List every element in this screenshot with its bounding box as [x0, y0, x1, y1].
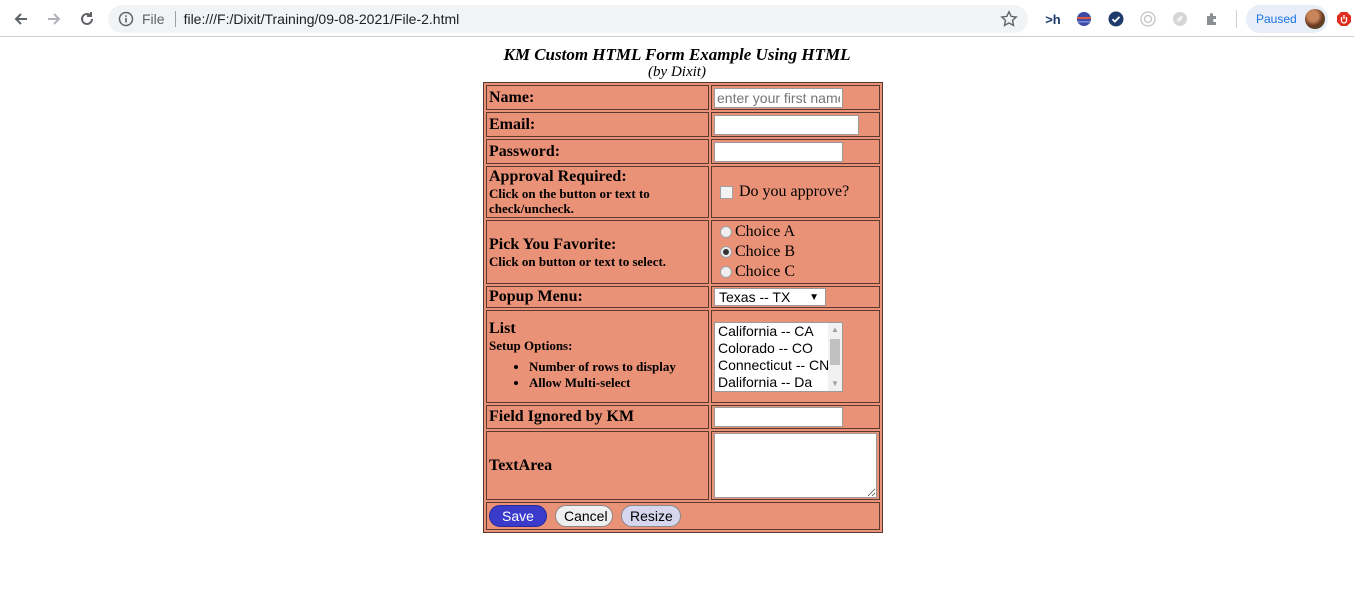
approval-help-text: Click on the button or text to check/unc…	[489, 186, 650, 216]
radio-b[interactable]	[720, 246, 732, 258]
omnibox-divider	[174, 11, 176, 27]
form-row-favorite: Pick You Favorite: Click on button or te…	[486, 220, 880, 284]
favorite-label: Pick You Favorite:	[489, 235, 617, 253]
email-input[interactable]	[714, 114, 859, 135]
address-bar[interactable]: File file:///F:/Dixit/Training/09-08-202…	[108, 5, 1028, 33]
profile-status: Paused	[1256, 12, 1297, 26]
listbox-scrollbar[interactable]: ▲ ▼	[828, 322, 842, 391]
radio-option-c[interactable]: Choice C	[714, 262, 877, 282]
form-row-email: Email:	[486, 112, 880, 137]
extension-globe-icon[interactable]	[1074, 9, 1094, 29]
info-icon[interactable]	[118, 11, 134, 27]
list-label-cell: List Setup Options: Number of rows to di…	[486, 310, 709, 403]
list-bullet-item: Number of rows to display	[529, 359, 706, 375]
scroll-thumb[interactable]	[830, 338, 840, 365]
name-field-cell	[711, 85, 880, 110]
back-arrow-icon	[14, 13, 27, 25]
back-button[interactable]	[10, 8, 32, 30]
name-input[interactable]	[714, 87, 843, 108]
form-row-buttons: Save Cancel Resize	[486, 502, 880, 530]
extension-circle-icon[interactable]	[1138, 9, 1158, 29]
textarea-input[interactable]	[714, 433, 877, 498]
approval-label-cell: Approval Required: Click on the button o…	[486, 166, 709, 218]
extensions-puzzle-icon[interactable]	[1202, 9, 1222, 29]
browser-toolbar: File file:///F:/Dixit/Training/09-08-202…	[0, 0, 1354, 37]
url-text[interactable]: file:///F:/Dixit/Training/09-08-2021/Fil…	[184, 11, 460, 27]
reload-button[interactable]	[76, 8, 98, 30]
page-content: KM Custom HTML Form Example Using HTML (…	[0, 38, 1354, 533]
radio-option-a[interactable]: Choice A	[714, 222, 877, 242]
custom-form: Name: Email: Password: Approval Required…	[483, 82, 883, 533]
button-bar: Save Cancel Resize	[486, 502, 880, 530]
save-button[interactable]: Save	[489, 505, 547, 527]
radio-a-label[interactable]: Choice A	[735, 222, 795, 242]
toolbar-divider	[1236, 10, 1237, 28]
state-listbox[interactable]: California -- CA Colorado -- CO Connecti…	[714, 321, 843, 392]
ignored-input[interactable]	[714, 407, 843, 427]
list-field-cell: California -- CA Colorado -- CO Connecti…	[711, 310, 880, 403]
scroll-up-icon[interactable]: ▲	[828, 323, 842, 337]
approval-label: Approval Required:	[489, 168, 627, 185]
form-row-textarea: TextArea	[486, 431, 880, 500]
email-label: Email:	[486, 112, 709, 137]
favorite-field-cell: Choice A Choice B Choice C	[711, 220, 880, 284]
popup-selected-value: Texas -- TX	[719, 289, 791, 305]
file-scheme-label: File	[142, 11, 165, 27]
radio-b-label[interactable]: Choice B	[735, 242, 795, 262]
list-label: List	[489, 320, 516, 337]
list-option[interactable]: Dalifornia -- Da	[715, 374, 842, 391]
form-row-name: Name:	[486, 85, 880, 110]
favorite-help-text: Click on button or text to select.	[489, 253, 667, 269]
list-option[interactable]: California -- CA	[715, 323, 842, 340]
chevron-down-icon: ▼	[809, 291, 819, 303]
extension-check-icon[interactable]	[1106, 9, 1126, 29]
form-row-list: List Setup Options: Number of rows to di…	[486, 310, 880, 403]
avatar	[1304, 9, 1325, 29]
password-field-cell	[711, 139, 880, 164]
form-row-approval: Approval Required: Click on the button o…	[486, 166, 880, 218]
popup-field-cell: Texas -- TX ▼	[711, 286, 880, 308]
reload-icon	[81, 12, 93, 25]
password-label: Password:	[486, 139, 709, 164]
forward-arrow-icon	[48, 13, 61, 25]
extension-h-icon[interactable]: >h	[1043, 9, 1063, 29]
ignored-field-cell	[711, 405, 880, 429]
approval-checkbox[interactable]	[720, 185, 733, 199]
favorite-label-cell: Pick You Favorite: Click on button or te…	[486, 220, 709, 284]
list-options-bullets: Number of rows to display Allow Multi-se…	[489, 359, 706, 391]
form-row-popup: Popup Menu: Texas -- TX ▼	[486, 286, 880, 308]
resize-button[interactable]: Resize	[621, 505, 681, 527]
name-label: Name:	[486, 85, 709, 110]
list-option[interactable]: Colorado -- CO	[715, 340, 842, 357]
form-row-password: Password:	[486, 139, 880, 164]
radio-c-label[interactable]: Choice C	[735, 262, 795, 282]
email-field-cell	[711, 112, 880, 137]
extension-leaf-icon[interactable]	[1170, 9, 1190, 29]
approval-field-cell: Do you approve?	[711, 166, 880, 218]
profile-button[interactable]: Paused	[1246, 5, 1328, 33]
radio-a[interactable]	[720, 226, 732, 238]
page-title: KM Custom HTML Form Example Using HTML	[503, 45, 851, 64]
textarea-label: TextArea	[486, 431, 709, 500]
textarea-field-cell	[711, 431, 880, 500]
ignored-label: Field Ignored by KM	[486, 405, 709, 429]
radio-option-b[interactable]: Choice B	[714, 242, 877, 262]
approval-checkbox-option[interactable]: Do you approve?	[714, 183, 877, 201]
list-option[interactable]: Connecticut -- CN	[715, 357, 842, 374]
list-setup-text: Setup Options:	[489, 338, 573, 353]
forward-button[interactable]	[43, 8, 65, 30]
bookmark-star-icon[interactable]	[1000, 10, 1018, 28]
popup-menu-select[interactable]: Texas -- TX ▼	[714, 288, 826, 306]
scroll-down-icon[interactable]: ▼	[828, 377, 842, 391]
approval-checkbox-text[interactable]: Do you approve?	[739, 183, 849, 201]
list-bullet-item: Allow Multi-select	[529, 375, 706, 391]
password-input[interactable]	[714, 141, 843, 162]
popup-label: Popup Menu:	[486, 286, 709, 308]
form-row-ignored: Field Ignored by KM	[486, 405, 880, 429]
page-subtitle: (by Dixit)	[648, 64, 706, 80]
extension-stop-icon[interactable]	[1334, 9, 1354, 29]
cancel-button[interactable]: Cancel	[555, 505, 613, 527]
radio-c[interactable]	[720, 266, 732, 278]
